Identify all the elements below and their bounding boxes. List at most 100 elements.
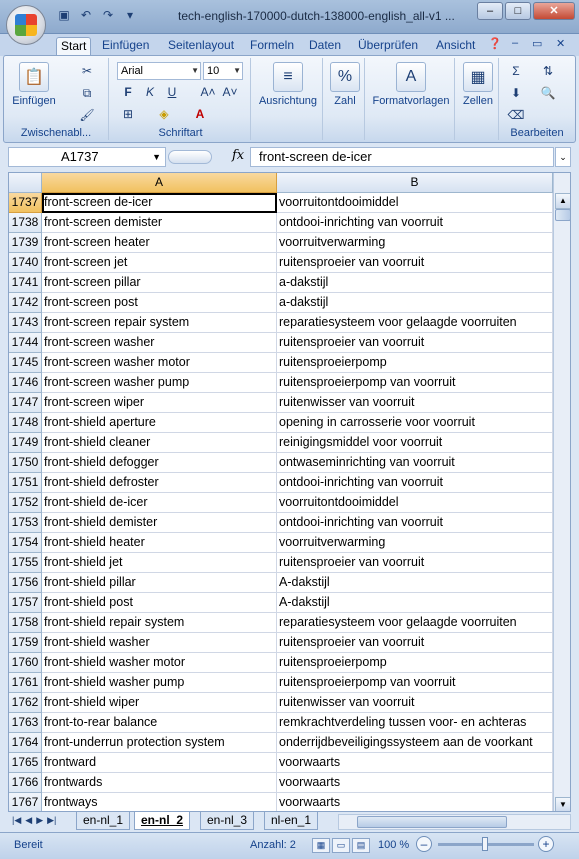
row-header[interactable]: 1763 — [9, 713, 42, 733]
cell-b[interactable]: voorwaarts — [277, 773, 553, 793]
cell-a[interactable]: front-screen washer — [42, 333, 277, 353]
font-name-select[interactable]: Arial ▼ — [117, 62, 201, 80]
row-header[interactable]: 1739 — [9, 233, 42, 253]
ribbon-minimize-icon[interactable]: – — [512, 37, 518, 49]
grow-font-icon[interactable]: A˄ — [199, 83, 217, 101]
row-header[interactable]: 1742 — [9, 293, 42, 313]
cell-b[interactable]: remkrachtverdeling tussen voor- en achte… — [277, 713, 553, 733]
normal-view-icon[interactable]: ▦ — [312, 838, 330, 853]
shrink-font-icon[interactable]: A˅ — [221, 83, 239, 101]
fill-icon[interactable]: ⬇ — [507, 84, 525, 102]
tab-ansicht[interactable]: Ansicht — [432, 37, 479, 56]
styles-button[interactable]: A Formatvorlagen — [369, 62, 453, 107]
tab-ueberpruefen[interactable]: Überprüfen — [354, 37, 422, 56]
row-header[interactable]: 1743 — [9, 313, 42, 333]
redo-icon[interactable]: ↷ — [100, 7, 116, 23]
cell-b[interactable]: voorwaarts — [277, 793, 553, 811]
page-layout-view-icon[interactable]: ▭ — [332, 838, 350, 853]
customize-qat-icon[interactable]: ▾ — [122, 7, 138, 23]
row-header[interactable]: 1751 — [9, 473, 42, 493]
row-header[interactable]: 1756 — [9, 573, 42, 593]
row-header[interactable]: 1753 — [9, 513, 42, 533]
cell-b[interactable]: ruitensproeierpomp — [277, 353, 553, 373]
copy-icon[interactable]: ⧉ — [78, 84, 96, 102]
ribbon-restore-icon[interactable]: ▭ — [532, 37, 542, 50]
row-header[interactable]: 1760 — [9, 653, 42, 673]
expand-formula-icon[interactable]: ⌄ — [555, 147, 571, 167]
cell-a[interactable]: front-shield post — [42, 593, 277, 613]
cell-b[interactable]: ruitenwisser van voorruit — [277, 693, 553, 713]
cell-b[interactable]: ruitensproeier van voorruit — [277, 633, 553, 653]
cut-icon[interactable]: ✂ — [78, 62, 96, 80]
row-header[interactable]: 1740 — [9, 253, 42, 273]
cell-a[interactable]: front-shield cleaner — [42, 433, 277, 453]
vertical-scroll-thumb[interactable] — [555, 209, 570, 221]
cell-b[interactable]: ruitensproeier van voorruit — [277, 253, 553, 273]
cell-a[interactable]: front-screen heater — [42, 233, 277, 253]
font-color-icon[interactable]: A — [191, 105, 209, 123]
cell-b[interactable]: A-dakstijl — [277, 593, 553, 613]
row-header[interactable]: 1764 — [9, 733, 42, 753]
ribbon-close-icon[interactable]: ✕ — [556, 37, 565, 50]
insert-function-icon[interactable]: fx — [232, 148, 244, 163]
number-button[interactable]: % Zahl — [327, 62, 363, 107]
zoom-level[interactable]: 100 % — [378, 839, 409, 851]
row-header[interactable]: 1749 — [9, 433, 42, 453]
tab-daten[interactable]: Daten — [305, 37, 345, 56]
cell-a[interactable]: front-screen repair system — [42, 313, 277, 333]
cell-b[interactable]: onderrijdbeveiligingssysteem aan de voor… — [277, 733, 553, 753]
sheet-tab-en-nl-2[interactable]: en-nl_2 — [134, 812, 191, 830]
prev-sheet-icon[interactable]: ◀ — [25, 815, 32, 826]
cell-b[interactable]: reinigingsmiddel voor voorruit — [277, 433, 553, 453]
minimize-button[interactable]: – — [477, 2, 503, 20]
row-header[interactable]: 1762 — [9, 693, 42, 713]
cell-b[interactable]: opening in carrosserie voor voorruit — [277, 413, 553, 433]
row-header[interactable]: 1750 — [9, 453, 42, 473]
autosum-icon[interactable]: Σ — [507, 62, 525, 80]
row-header[interactable]: 1767 — [9, 793, 42, 811]
cell-b[interactable]: ontdooi-inrichting van voorruit — [277, 473, 553, 493]
cells-button[interactable]: ▦ Zellen — [459, 62, 497, 107]
cell-a[interactable]: front-screen de-icer — [42, 193, 277, 213]
cell-a[interactable]: front-underrun protection system — [42, 733, 277, 753]
cell-a[interactable]: front-screen post — [42, 293, 277, 313]
italic-icon[interactable]: K — [141, 83, 159, 101]
fill-color-icon[interactable]: ◈ — [155, 105, 173, 123]
formula-input[interactable]: front-screen de-icer — [250, 147, 554, 167]
cell-b[interactable]: voorruitontdooimiddel — [277, 493, 553, 513]
cell-a[interactable]: front-screen demister — [42, 213, 277, 233]
cell-a[interactable]: front-shield washer pump — [42, 673, 277, 693]
cell-a[interactable]: front-to-rear balance — [42, 713, 277, 733]
horizontal-scrollbar[interactable] — [338, 814, 571, 830]
vertical-scrollbar[interactable]: ▲ ▼ — [553, 173, 570, 811]
row-header[interactable]: 1766 — [9, 773, 42, 793]
name-box[interactable]: A1737 ▼ — [8, 147, 166, 167]
font-size-select[interactable]: 10 ▼ — [203, 62, 243, 80]
cell-b[interactable]: ruitensproeierpomp van voorruit — [277, 673, 553, 693]
borders-icon[interactable]: ⊞ — [119, 105, 137, 123]
clear-icon[interactable]: ⌫ — [507, 106, 525, 124]
cell-a[interactable]: front-shield de-icer — [42, 493, 277, 513]
cell-b[interactable]: ontwaseminrichting van voorruit — [277, 453, 553, 473]
cell-b[interactable]: voorruitverwarming — [277, 533, 553, 553]
row-header[interactable]: 1746 — [9, 373, 42, 393]
find-select-icon[interactable]: 🔍 — [539, 84, 557, 102]
cell-a[interactable]: front-screen wiper — [42, 393, 277, 413]
cell-a[interactable]: front-shield heater — [42, 533, 277, 553]
cell-a[interactable]: front-shield pillar — [42, 573, 277, 593]
first-sheet-icon[interactable]: |◀ — [12, 815, 21, 826]
page-break-view-icon[interactable]: ▤ — [352, 838, 370, 853]
row-header[interactable]: 1759 — [9, 633, 42, 653]
row-header[interactable]: 1752 — [9, 493, 42, 513]
row-header[interactable]: 1748 — [9, 413, 42, 433]
row-header[interactable]: 1744 — [9, 333, 42, 353]
sheet-tab-en-nl-1[interactable]: en-nl_1 — [76, 812, 131, 830]
column-header-a[interactable]: A — [42, 173, 277, 193]
cell-a[interactable]: frontwards — [42, 773, 277, 793]
cell-a[interactable]: front-shield demister — [42, 513, 277, 533]
cell-b[interactable]: a-dakstijl — [277, 293, 553, 313]
cell-a[interactable]: front-shield aperture — [42, 413, 277, 433]
cell-a[interactable]: front-screen jet — [42, 253, 277, 273]
scroll-up-icon[interactable]: ▲ — [555, 193, 570, 209]
tab-start[interactable]: Start — [56, 37, 92, 56]
